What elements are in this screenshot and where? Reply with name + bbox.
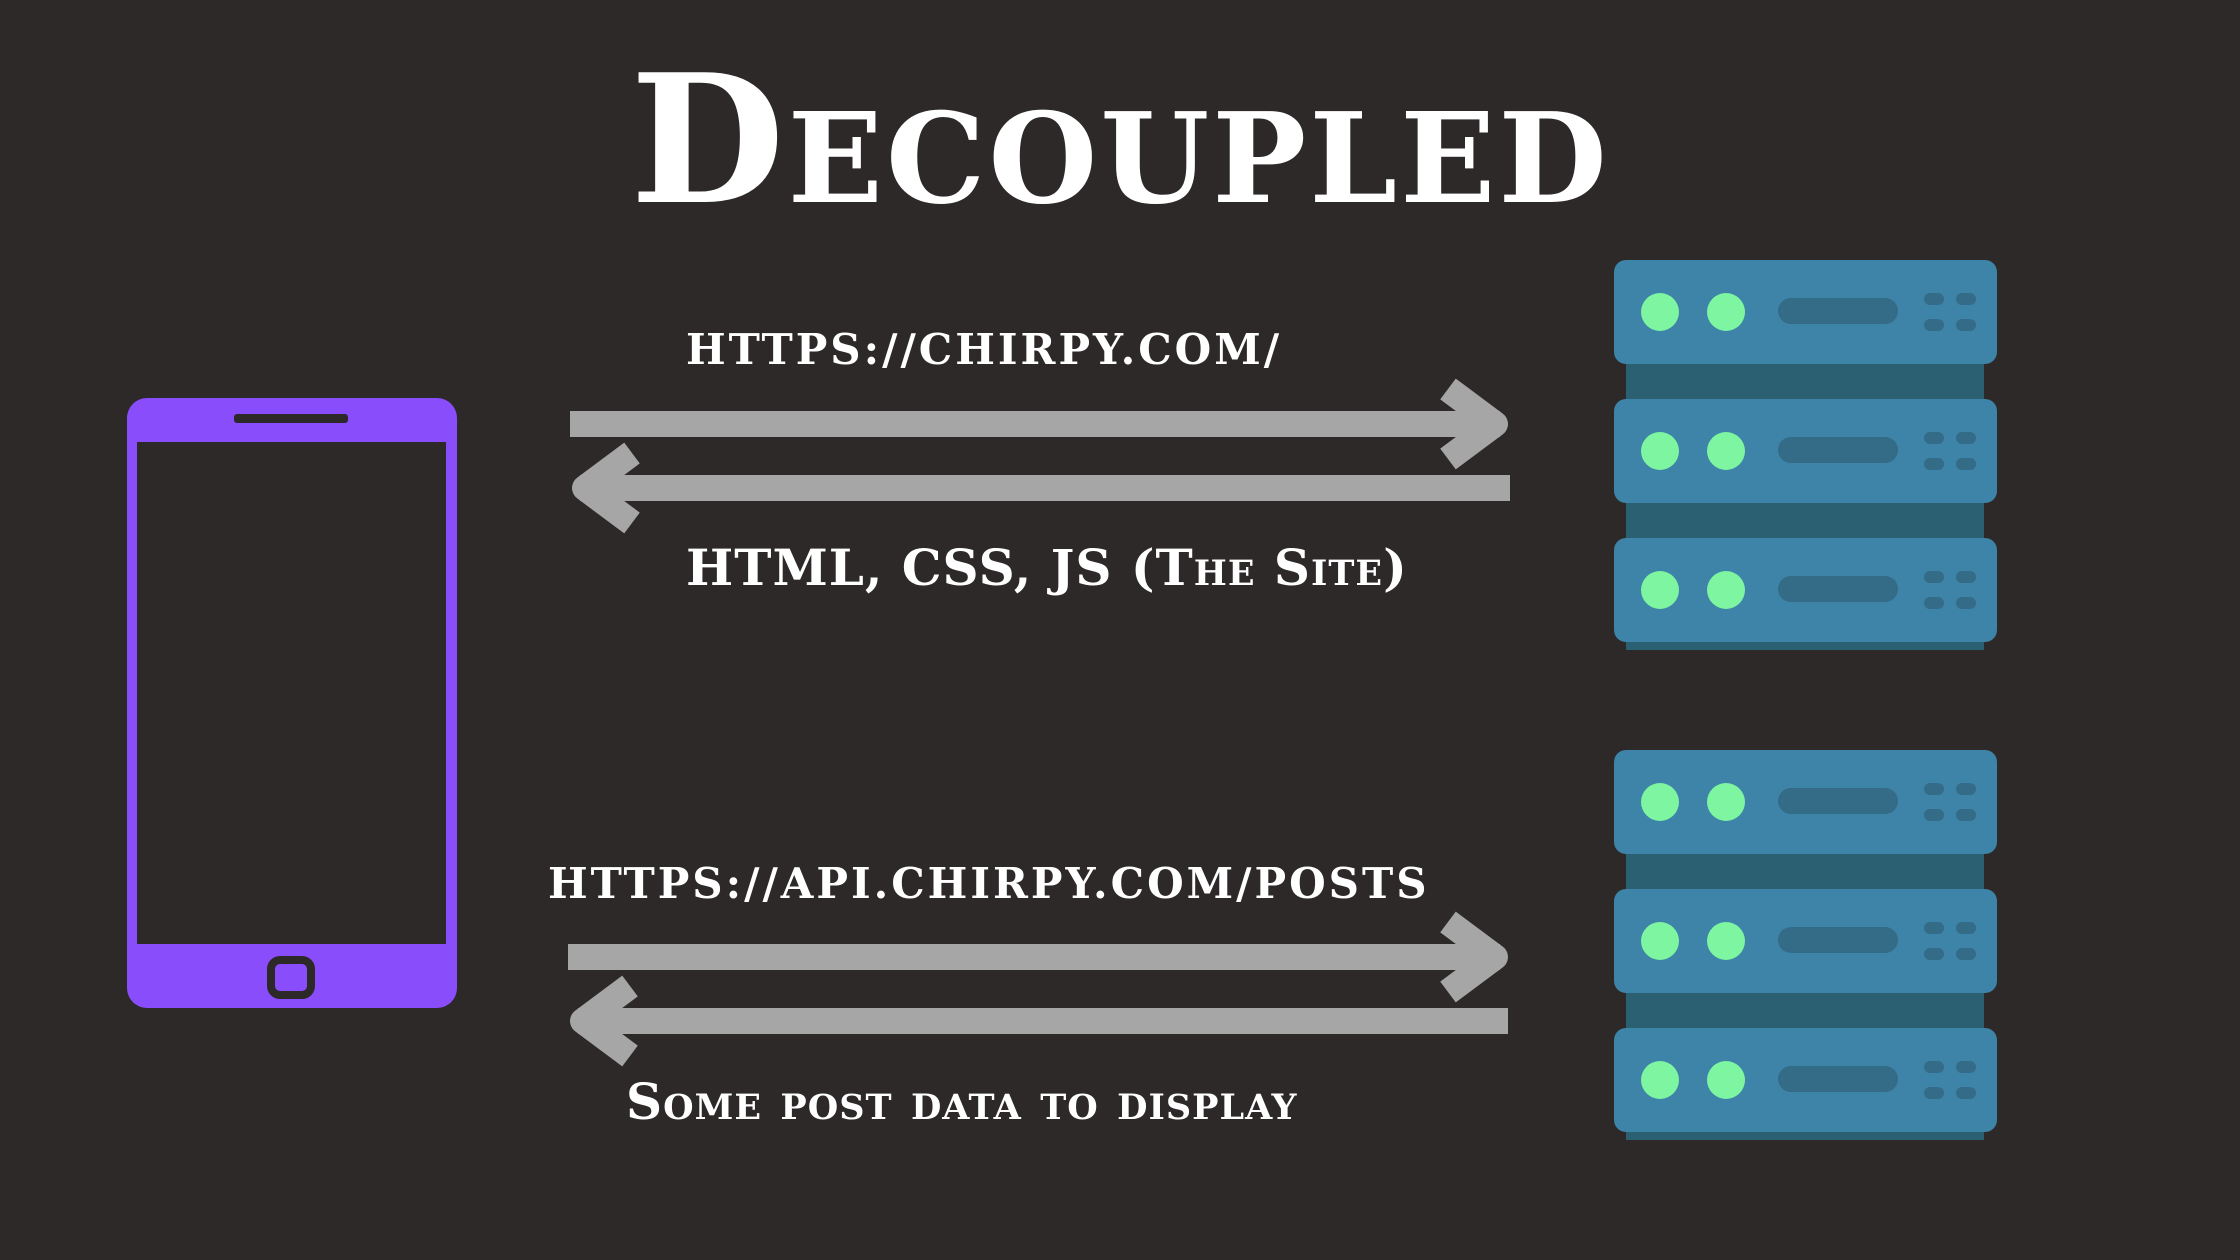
server-unit xyxy=(1614,1028,1997,1132)
server-rack-icon xyxy=(1614,750,1997,1140)
phone-speaker xyxy=(234,414,348,423)
drive-slot xyxy=(1778,298,1898,324)
status-led xyxy=(1707,1061,1745,1099)
status-led xyxy=(1641,783,1679,821)
server-unit xyxy=(1614,750,1997,854)
status-led xyxy=(1707,783,1745,821)
request-arrow-site xyxy=(570,378,1508,470)
server-unit xyxy=(1614,399,1997,503)
server-unit xyxy=(1614,538,1997,642)
phone-screen xyxy=(137,442,446,944)
drive-slot xyxy=(1778,437,1898,463)
drive-slot xyxy=(1778,576,1898,602)
smartphone-icon xyxy=(127,398,457,1008)
status-led xyxy=(1641,571,1679,609)
response-arrow-api xyxy=(570,975,1508,1067)
status-led xyxy=(1641,293,1679,331)
request-arrow-api xyxy=(568,911,1508,1003)
server-rack-icon xyxy=(1614,260,1997,650)
status-led xyxy=(1707,571,1745,609)
status-led xyxy=(1707,922,1745,960)
status-led xyxy=(1641,922,1679,960)
diagram-canvas xyxy=(127,260,1997,1140)
status-led xyxy=(1707,432,1745,470)
drive-slot xyxy=(1778,788,1898,814)
drive-slot xyxy=(1778,1066,1898,1092)
status-led xyxy=(1641,432,1679,470)
response-arrow-site xyxy=(572,442,1510,534)
server-unit xyxy=(1614,260,1997,364)
status-led xyxy=(1641,1061,1679,1099)
drive-slot xyxy=(1778,927,1898,953)
status-led xyxy=(1707,293,1745,331)
server-unit xyxy=(1614,889,1997,993)
